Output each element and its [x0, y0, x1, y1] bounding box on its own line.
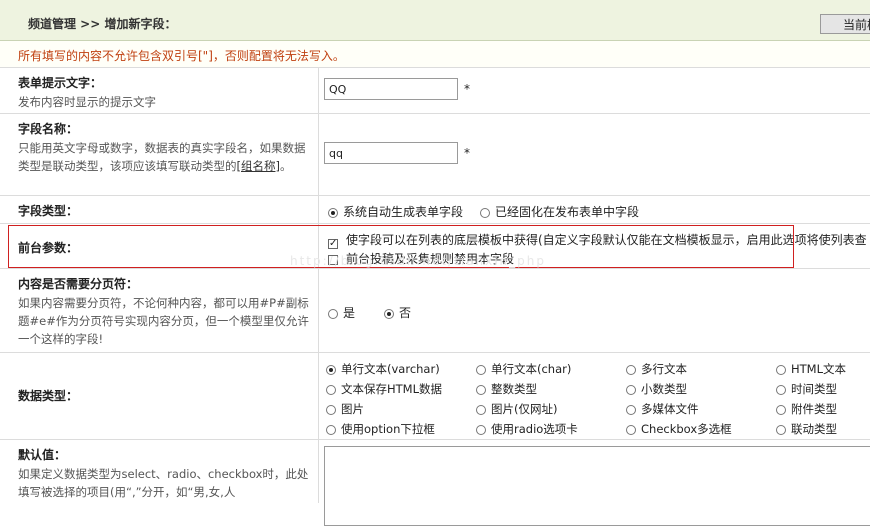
data-type-label: 多媒体文件 [641, 402, 699, 416]
data-type-radio[interactable]: 文本保存HTML数据 [326, 381, 442, 397]
field-type-fixed-radio[interactable]: 已经固化在发布表单中字段 [480, 203, 639, 220]
list-template-checkbox[interactable]: ✓ 使字段可以在列表的底层模板中获得(自定义字段默认仅能在文档模板显示，启用此选项… [328, 231, 867, 249]
data-type-radio[interactable]: Checkbox多选框 [626, 421, 732, 437]
row-default-value: 默认值： 如果定义数据类型为select、radio、checkbox时，此处填… [0, 440, 870, 526]
radio-checked-icon [328, 208, 338, 218]
radio-icon [480, 208, 490, 218]
data-type-label: Checkbox多选框 [641, 422, 732, 436]
field-type-auto-radio[interactable]: 系统自动生成表单字段 [328, 203, 463, 220]
data-type-radio[interactable]: 图片(仅网址) [476, 401, 557, 417]
radio-icon [326, 385, 336, 395]
radio-icon [476, 425, 486, 435]
group-name-link[interactable]: [组名称] [237, 159, 280, 173]
radio-icon [326, 425, 336, 435]
field-desc: 发布内容时显示的提示文字 [18, 95, 156, 109]
data-type-label: 多行文本 [641, 362, 687, 376]
data-type-label: 文本保存HTML数据 [341, 382, 443, 396]
header-bar: 频道管理 >> 增加新字段： 当前模 [0, 0, 870, 41]
data-type-radio[interactable]: 小数类型 [626, 381, 687, 397]
data-type-radio[interactable]: 多媒体文件 [626, 401, 699, 417]
data-type-radio[interactable]: 使用option下拉框 [326, 421, 435, 437]
current-model-button[interactable]: 当前模 [820, 14, 870, 34]
warning-text: 所有填写的内容不允许包含双引号["]，否则配置将无法写入。 [18, 49, 345, 63]
data-type-label: 图片 [341, 402, 364, 416]
row-data-type: 数据类型： 单行文本(varchar) 单行文本(char) 多行文本 HTML文本文… [0, 353, 870, 440]
data-type-options: 单行文本(varchar) 单行文本(char) 多行文本 HTML文本文本保存HTM… [320, 353, 870, 439]
radio-checked-icon [384, 309, 394, 319]
radio-icon [776, 405, 786, 415]
field-desc: 如果内容需要分页符，不论何种内容，都可以用#P#副标题#e#作为分页符号实现内容… [18, 296, 309, 346]
data-type-label: 单行文本(varchar) [341, 362, 440, 376]
radio-icon [476, 385, 486, 395]
data-type-radio[interactable]: 使用radio选项卡 [476, 421, 578, 437]
data-type-radio[interactable]: 图片 [326, 401, 364, 417]
radio-icon [626, 365, 636, 375]
default-value-textarea[interactable] [324, 446, 870, 526]
data-type-label: 时间类型 [791, 382, 837, 396]
checkbox-checked-icon: ✓ [328, 238, 338, 249]
data-type-label: 使用radio选项卡 [491, 422, 578, 436]
radio-icon [776, 425, 786, 435]
radio-icon [626, 405, 636, 415]
prompt-text-input[interactable]: QQ [324, 78, 458, 100]
field-label: 字段名称： [18, 122, 79, 136]
radio-icon [776, 385, 786, 395]
data-type-radio[interactable]: 整数类型 [476, 381, 537, 397]
radio-checked-icon [326, 365, 336, 375]
breadcrumb: 频道管理 >> 增加新字段： [28, 17, 177, 31]
watermark: http://blog.csdn.net/tianxin_php [290, 254, 546, 268]
data-type-radio[interactable]: 单行文本(char) [476, 361, 571, 377]
data-type-label: 联动类型 [791, 422, 837, 436]
field-name-input[interactable]: qq [324, 142, 458, 164]
data-type-radio[interactable]: 联动类型 [776, 421, 837, 437]
field-label: 表单提示文字： [18, 76, 103, 90]
data-type-radio[interactable]: 时间类型 [776, 381, 837, 397]
field-label: 默认值： [18, 448, 67, 462]
field-desc: 只能用英文字母或数字，数据表的真实字段名，如果数据类型是联动类型，该项应该填写联… [18, 141, 306, 173]
radio-icon [776, 365, 786, 375]
radio-icon [476, 365, 486, 375]
data-type-label: 整数类型 [491, 382, 537, 396]
paging-yes-radio[interactable]: 是 [328, 304, 355, 321]
row-paging: 内容是否需要分页符： 如果内容需要分页符，不论何种内容，都可以用#P#副标题#e… [0, 269, 870, 353]
required-mark: * [464, 146, 470, 160]
field-label: 内容是否需要分页符： [18, 277, 139, 291]
data-type-radio[interactable]: HTML文本 [776, 361, 846, 377]
data-type-label: HTML文本 [791, 362, 847, 376]
radio-icon [326, 405, 336, 415]
row-field-name: 字段名称： 只能用英文字母或数字，数据表的真实字段名，如果数据类型是联动类型，该… [0, 114, 870, 196]
radio-icon [626, 385, 636, 395]
data-type-label: 小数类型 [641, 382, 687, 396]
row-field-type: 字段类型： 系统自动生成表单字段 已经固化在发布表单中字段 [0, 196, 870, 224]
data-type-label: 图片(仅网址) [491, 402, 558, 416]
paging-no-radio[interactable]: 否 [384, 304, 411, 321]
row-prompt-text: 表单提示文字： 发布内容时显示的提示文字 QQ * [0, 68, 870, 114]
data-type-label: 单行文本(char) [491, 362, 572, 376]
warning-row: 所有填写的内容不允许包含双引号["]，否则配置将无法写入。 [0, 41, 870, 68]
field-desc: 如果定义数据类型为select、radio、checkbox时，此处填写被选择的… [18, 467, 309, 499]
data-type-radio[interactable]: 单行文本(varchar) [326, 361, 440, 377]
radio-icon [328, 309, 338, 319]
data-type-radio[interactable]: 附件类型 [776, 401, 837, 417]
data-type-radio[interactable]: 多行文本 [626, 361, 687, 377]
field-label: 前台参数： [18, 241, 79, 255]
data-type-label: 使用option下拉框 [341, 422, 435, 436]
field-label: 数据类型： [18, 389, 79, 403]
data-type-label: 附件类型 [791, 402, 837, 416]
radio-icon [626, 425, 636, 435]
required-mark: * [464, 82, 470, 96]
radio-icon [476, 405, 486, 415]
field-label: 字段类型： [18, 204, 79, 218]
